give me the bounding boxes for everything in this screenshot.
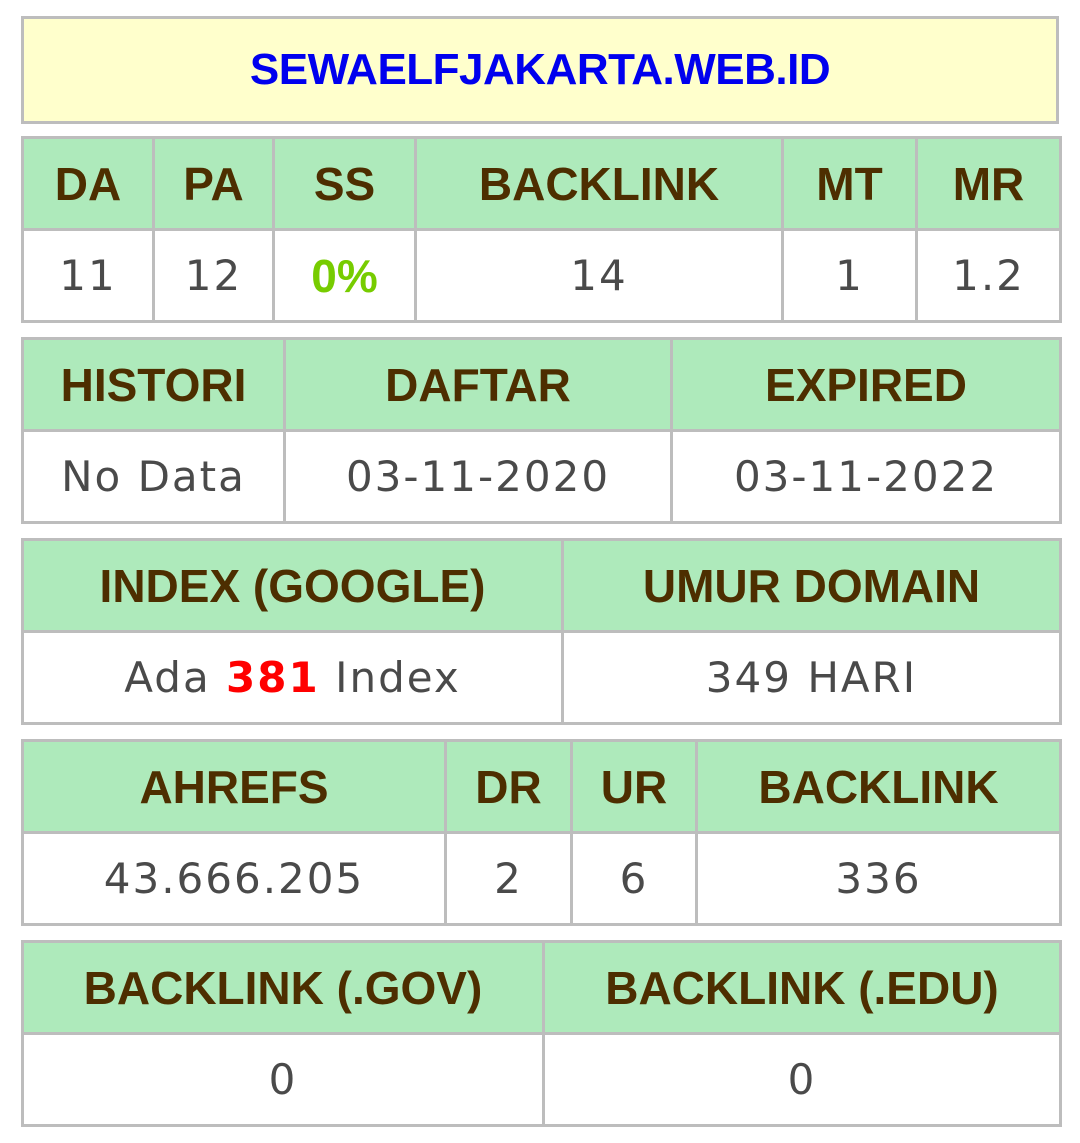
ahrefs-rank-value: 43.666.205 <box>21 831 447 926</box>
metrics-table: DA PA SS BACKLINK MT MR 11 12 0% 14 1 1.… <box>21 136 1062 323</box>
umur-domain-header: UMUR DOMAIN <box>561 538 1062 633</box>
backlink-gov-value: 0 <box>21 1032 545 1127</box>
ahrefs-header-row: AHREFS DR UR BACKLINK <box>21 739 1062 834</box>
dr-header: DR <box>444 739 573 834</box>
histori-value: No Data <box>21 429 286 524</box>
expired-header: EXPIRED <box>670 337 1062 432</box>
da-value: 11 <box>21 228 155 323</box>
ss-header: SS <box>272 136 417 231</box>
ahrefs-table: AHREFS DR UR BACKLINK 43.666.205 2 6 336 <box>21 739 1062 926</box>
ahrefs-header: AHREFS <box>21 739 447 834</box>
mr-value: 1.2 <box>915 228 1062 323</box>
ss-value: 0% <box>272 228 417 323</box>
dr-value: 2 <box>444 831 573 926</box>
gov-edu-table: BACKLINK (.GOV) BACKLINK (.EDU) 0 0 <box>21 940 1062 1127</box>
ahrefs-backlink-header: BACKLINK <box>695 739 1062 834</box>
history-header-row: HISTORI DAFTAR EXPIRED <box>21 337 1062 432</box>
daftar-value: 03-11-2020 <box>283 429 673 524</box>
index-suffix: Index <box>335 653 461 702</box>
ahrefs-value-row: 43.666.205 2 6 336 <box>21 831 1062 926</box>
ur-value: 6 <box>570 831 698 926</box>
daftar-header: DAFTAR <box>283 337 673 432</box>
mt-value: 1 <box>781 228 918 323</box>
ahrefs-backlink-value: 336 <box>695 831 1062 926</box>
backlink-edu-header: BACKLINK (.EDU) <box>542 940 1062 1035</box>
history-value-row: No Data 03-11-2020 03-11-2022 <box>21 429 1062 524</box>
index-value-row: Ada 381 Index 349 HARI <box>21 630 1062 725</box>
history-table: HISTORI DAFTAR EXPIRED No Data 03-11-202… <box>21 337 1062 524</box>
da-header: DA <box>21 136 155 231</box>
umur-domain-value: 349 HARI <box>561 630 1062 725</box>
mr-header: MR <box>915 136 1062 231</box>
index-header-row: INDEX (GOOGLE) UMUR DOMAIN <box>21 538 1062 633</box>
pa-value: 12 <box>152 228 275 323</box>
metrics-value-row: 11 12 0% 14 1 1.2 <box>21 228 1062 323</box>
metrics-header-row: DA PA SS BACKLINK MT MR <box>21 136 1062 231</box>
pa-header: PA <box>152 136 275 231</box>
gov-edu-value-row: 0 0 <box>21 1032 1062 1127</box>
ur-header: UR <box>570 739 698 834</box>
index-count: 381 <box>226 653 320 702</box>
index-prefix: Ada <box>124 653 211 702</box>
backlink-header: BACKLINK <box>414 136 784 231</box>
backlink-value: 14 <box>414 228 784 323</box>
backlink-gov-header: BACKLINK (.GOV) <box>21 940 545 1035</box>
index-google-header: INDEX (GOOGLE) <box>21 538 564 633</box>
index-google-value: Ada 381 Index <box>21 630 564 725</box>
domain-title: SEWAELFJAKARTA.WEB.ID <box>21 16 1059 124</box>
mt-header: MT <box>781 136 918 231</box>
gov-edu-header-row: BACKLINK (.GOV) BACKLINK (.EDU) <box>21 940 1062 1035</box>
backlink-edu-value: 0 <box>542 1032 1062 1127</box>
histori-header: HISTORI <box>21 337 286 432</box>
index-table: INDEX (GOOGLE) UMUR DOMAIN Ada 381 Index… <box>21 538 1062 725</box>
expired-value: 03-11-2022 <box>670 429 1062 524</box>
